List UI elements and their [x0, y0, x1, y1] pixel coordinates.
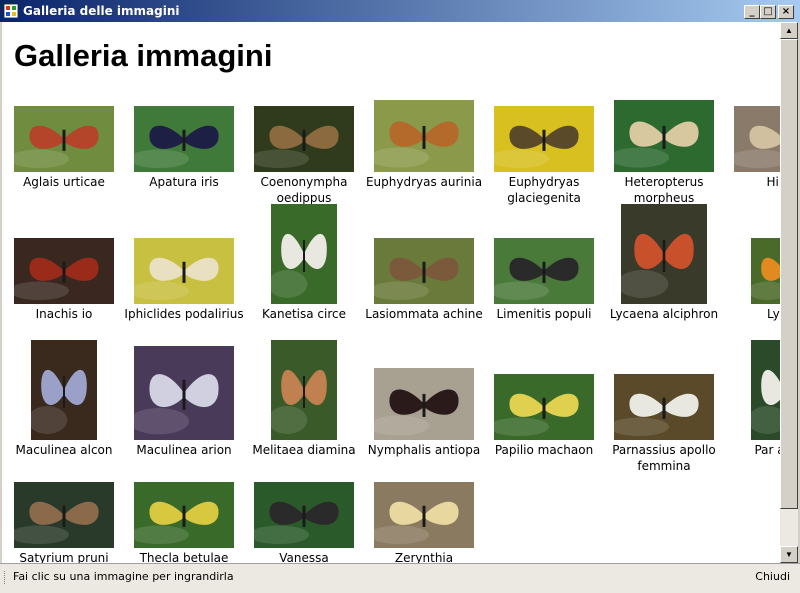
gallery-item-label: Nymphalis antiopa — [367, 443, 481, 457]
maximize-button[interactable]: □ — [760, 5, 776, 19]
gallery-item-label: Hippa — [766, 175, 780, 189]
app-icon — [4, 4, 18, 18]
gallery-item-label: Lycaena alciphron — [609, 307, 719, 321]
status-bar: Fai clic su una immagine per ingrandirla… — [0, 563, 800, 593]
butterfly-thumbnail[interactable] — [621, 204, 707, 304]
gallery-item-label: Vanessa — [279, 551, 329, 563]
minimize-icon: _ — [749, 6, 755, 17]
status-message: Fai clic su una immagine per ingrandirla — [13, 570, 234, 583]
butterfly-thumbnail[interactable] — [734, 106, 780, 172]
window-title: Galleria delle immagini — [23, 4, 180, 18]
gallery-item-label: Lasiommata achine — [365, 307, 483, 321]
butterfly-thumbnail[interactable] — [751, 340, 780, 440]
arrow-up-icon: ▲ — [785, 26, 793, 35]
title-bar: Galleria delle immagini _ □ × — [0, 0, 800, 22]
scrollbar-thumb[interactable] — [780, 39, 798, 509]
butterfly-thumbnail[interactable] — [614, 374, 714, 440]
minimize-button[interactable]: _ — [744, 5, 760, 19]
gallery-item-label: Lycae — [766, 307, 780, 321]
butterfly-thumbnail[interactable] — [254, 106, 354, 172]
gallery-item-label: Euphydryas glaciegenita — [507, 175, 581, 205]
gallery-item-label: Zerynthia — [394, 551, 454, 563]
butterfly-thumbnail[interactable] — [494, 374, 594, 440]
gallery-item-label: Par apollo — [754, 443, 780, 457]
butterfly-thumbnail[interactable] — [494, 238, 594, 304]
gallery-item-label: Iphiclides podalirius — [124, 307, 244, 321]
butterfly-thumbnail[interactable] — [271, 340, 337, 440]
butterfly-thumbnail[interactable] — [134, 106, 234, 172]
butterfly-thumbnail[interactable] — [374, 482, 474, 548]
butterfly-thumbnail[interactable] — [134, 482, 234, 548]
arrow-down-icon: ▼ — [785, 550, 793, 559]
page-title: Galleria immagini — [14, 38, 273, 73]
butterfly-thumbnail[interactable] — [614, 100, 714, 172]
gallery-item-label: Maculinea arion — [136, 443, 232, 457]
maximize-icon: □ — [763, 6, 773, 17]
gallery-item-label: Parnassius apollo femmina — [612, 443, 716, 473]
scroll-up-button[interactable]: ▲ — [780, 22, 798, 39]
gallery-item-label: Maculinea alcon — [15, 443, 113, 457]
butterfly-thumbnail[interactable] — [134, 346, 234, 440]
close-icon: × — [781, 6, 791, 17]
gallery-item-label: Coenonympha oedippus — [260, 175, 348, 205]
gallery-item-label: Kanetisa circe — [261, 307, 347, 321]
gallery-panel: Galleria immagini Aglais urticae Apatura … — [2, 22, 780, 563]
butterfly-thumbnail[interactable] — [134, 238, 234, 304]
grip-icon — [4, 571, 8, 584]
gallery-item-label: Aglais urticae — [23, 175, 105, 189]
butterfly-thumbnail[interactable] — [374, 100, 474, 172]
close-link[interactable]: Chiudi — [755, 570, 790, 583]
gallery-item-label: Euphydryas aurinia — [365, 175, 483, 189]
butterfly-thumbnail[interactable] — [14, 482, 114, 548]
gallery-item-label: Satyrium pruni — [19, 551, 109, 563]
close-window-button[interactable]: × — [778, 5, 794, 19]
butterfly-thumbnail[interactable] — [14, 106, 114, 172]
scroll-down-button[interactable]: ▼ — [780, 546, 798, 563]
gallery-item-label: Melitaea diamina — [252, 443, 356, 457]
butterfly-thumbnail[interactable] — [374, 368, 474, 440]
butterfly-thumbnail[interactable] — [374, 238, 474, 304]
butterfly-thumbnail[interactable] — [751, 238, 780, 304]
gallery-item-label: Inachis io — [35, 307, 93, 321]
gallery-item-label: Limenitis populi — [496, 307, 592, 321]
gallery-item-label: Thecla betulae — [139, 551, 229, 563]
butterfly-thumbnail[interactable] — [14, 238, 114, 304]
gallery-item-label: Apatura iris — [149, 175, 219, 189]
vertical-scrollbar[interactable]: ▲ ▼ — [780, 22, 798, 563]
gallery-item-label: Heteropterus morpheus — [624, 175, 704, 205]
butterfly-thumbnail[interactable] — [271, 204, 337, 304]
butterfly-thumbnail[interactable] — [254, 482, 354, 548]
butterfly-thumbnail[interactable] — [494, 106, 594, 172]
butterfly-thumbnail[interactable] — [31, 340, 97, 440]
gallery-item-label: Papilio machaon — [494, 443, 594, 457]
